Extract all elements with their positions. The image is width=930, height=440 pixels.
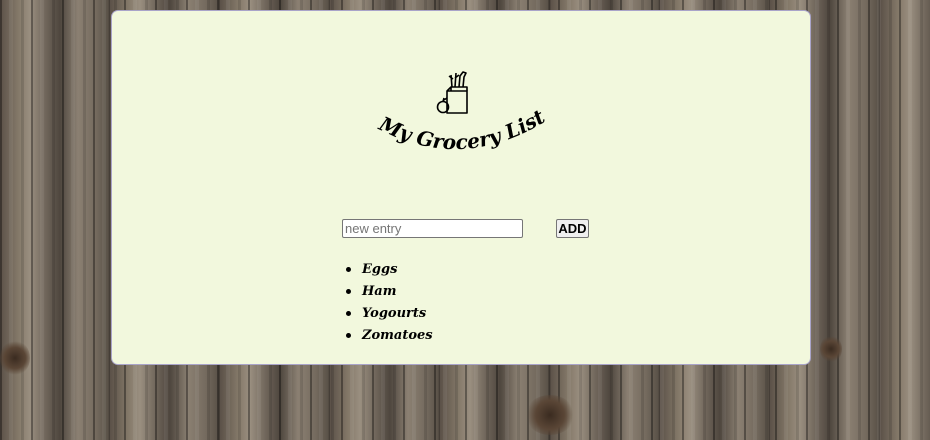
grocery-list: Eggs Ham Yogourts Zomatoes — [344, 259, 433, 347]
new-entry-input[interactable] — [342, 219, 523, 238]
list-item: Eggs — [346, 259, 433, 281]
wood-knot — [525, 395, 575, 435]
svg-text:My Grocery List: My Grocery List — [375, 104, 550, 154]
list-item: Ham — [346, 281, 433, 303]
grocery-panel: My Grocery List ADD Eggs Ham Yogourts Zo… — [111, 10, 811, 365]
app-title: My Grocery List — [375, 104, 550, 154]
wood-knot — [820, 335, 842, 363]
wood-knot — [0, 340, 30, 376]
grocery-list-logo: My Grocery List — [375, 71, 550, 154]
list-item: Zomatoes — [346, 325, 433, 347]
list-item: Yogourts — [346, 303, 433, 325]
add-button[interactable]: ADD — [556, 219, 589, 238]
grocery-bag-icon — [436, 71, 468, 114]
